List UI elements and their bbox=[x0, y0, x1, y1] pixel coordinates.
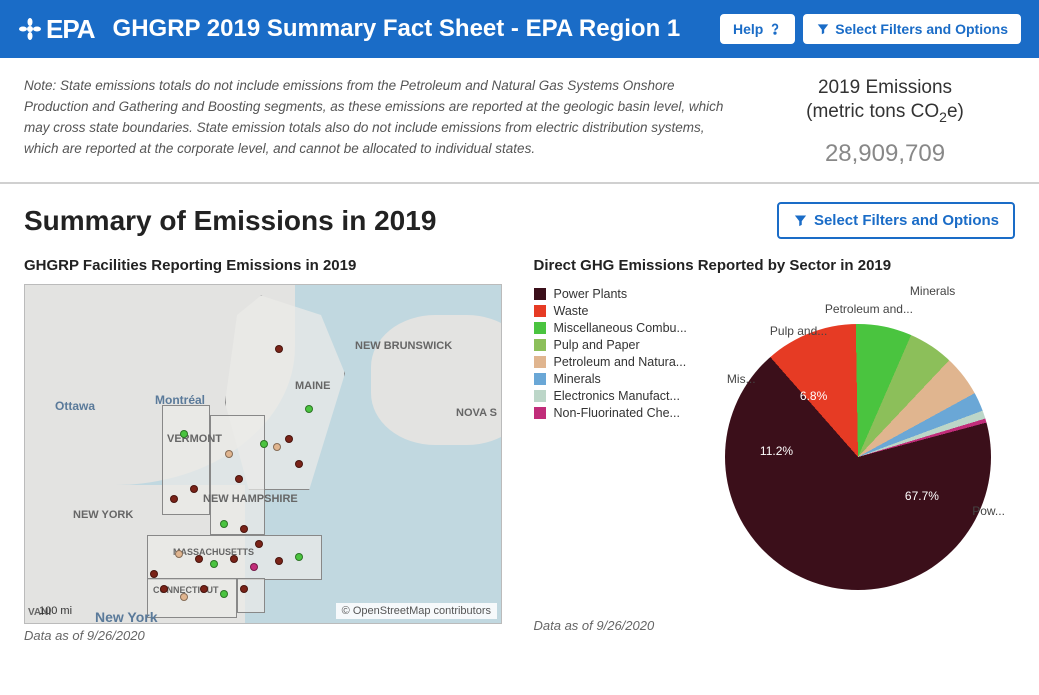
legend-swatch bbox=[534, 322, 546, 334]
map-land bbox=[371, 315, 502, 445]
emissions-unit-post: e) bbox=[947, 101, 964, 122]
legend-item[interactable]: Non-Fluorinated Che... bbox=[534, 406, 687, 420]
legend-label: Miscellaneous Combu... bbox=[554, 321, 687, 335]
legend-item[interactable]: Waste bbox=[534, 304, 687, 318]
map-column: GHGRP Facilities Reporting Emissions in … bbox=[24, 243, 506, 643]
state-emissions-note: Note: State emissions totals do not incl… bbox=[24, 76, 735, 168]
epa-flower-icon bbox=[18, 17, 42, 41]
map-label: NEW HAMPSHIRE bbox=[203, 493, 298, 505]
filter-icon bbox=[793, 213, 808, 228]
slice-label-pulp: Pulp and... bbox=[770, 324, 827, 338]
filter-icon bbox=[816, 22, 830, 36]
state-connecticut bbox=[147, 578, 237, 618]
emissions-unit-pre: (metric tons CO bbox=[806, 101, 939, 122]
legend-label: Electronics Manufact... bbox=[554, 389, 680, 403]
state-rhode-island bbox=[237, 578, 265, 613]
map-scale: 100 mi bbox=[39, 605, 72, 617]
map-title: GHGRP Facilities Reporting Emissions in … bbox=[24, 257, 506, 274]
slice-pct-11-2: 11.2% bbox=[760, 444, 793, 458]
summary-header: Summary of Emissions in 2019 Select Filt… bbox=[0, 184, 1039, 243]
help-label: Help bbox=[733, 21, 763, 37]
emissions-title-1: 2019 Emissions bbox=[755, 76, 1015, 101]
legend-swatch bbox=[534, 305, 546, 317]
legend-item[interactable]: Miscellaneous Combu... bbox=[534, 321, 687, 335]
summary-heading: Summary of Emissions in 2019 bbox=[24, 205, 777, 237]
note-row: Note: State emissions totals do not incl… bbox=[0, 58, 1039, 184]
legend-label: Pulp and Paper bbox=[554, 338, 640, 352]
filters-button-summary[interactable]: Select Filters and Options bbox=[777, 202, 1015, 239]
legend-item[interactable]: Electronics Manufact... bbox=[534, 389, 687, 403]
filters-label: Select Filters and Options bbox=[835, 21, 1008, 37]
legend-item[interactable]: Minerals bbox=[534, 372, 687, 386]
map-city: New York bbox=[95, 609, 158, 624]
emissions-title-2: (metric tons CO2e) bbox=[755, 101, 1015, 125]
pie-chart-row: Power Plants Waste Miscellaneous Combu... P… bbox=[534, 284, 1016, 614]
legend-swatch bbox=[534, 407, 546, 419]
help-button[interactable]: Help bbox=[720, 14, 795, 44]
map-label: NEW YORK bbox=[73, 509, 133, 521]
filters-label: Select Filters and Options bbox=[814, 212, 999, 229]
legend-label: Waste bbox=[554, 304, 589, 318]
slice-pct-6-8: 6.8% bbox=[800, 389, 827, 403]
map-label: MAINE bbox=[295, 380, 330, 392]
pie-column: Direct GHG Emissions Reported by Sector … bbox=[534, 243, 1016, 643]
pie-legend: Power Plants Waste Miscellaneous Combu... P… bbox=[534, 284, 687, 614]
content-row: GHGRP Facilities Reporting Emissions in … bbox=[0, 243, 1039, 653]
map-city: Montréal bbox=[155, 393, 205, 407]
legend-swatch bbox=[534, 356, 546, 368]
map-label: NOVA S bbox=[456, 407, 497, 419]
epa-logo: EPA bbox=[18, 14, 95, 45]
legend-swatch bbox=[534, 288, 546, 300]
legend-label: Minerals bbox=[554, 372, 601, 386]
logo-text: EPA bbox=[46, 14, 95, 45]
legend-item[interactable]: Pulp and Paper bbox=[534, 338, 687, 352]
pie-data-asof: Data as of 9/26/2020 bbox=[534, 618, 1016, 633]
map-data-asof: Data as of 9/26/2020 bbox=[24, 628, 506, 643]
pie-title: Direct GHG Emissions Reported by Sector … bbox=[534, 257, 1016, 274]
slice-label-misc: Mis... bbox=[727, 372, 756, 386]
legend-label: Power Plants bbox=[554, 287, 628, 301]
map-attribution[interactable]: © OpenStreetMap contributors bbox=[336, 603, 497, 619]
map-city: Ottawa bbox=[55, 399, 95, 413]
legend-swatch bbox=[534, 339, 546, 351]
legend-swatch bbox=[534, 373, 546, 385]
legend-label: Non-Fluorinated Che... bbox=[554, 406, 680, 420]
page-title: GHGRP 2019 Summary Fact Sheet - EPA Regi… bbox=[113, 15, 720, 43]
slice-label-minerals: Minerals bbox=[910, 284, 955, 298]
emissions-unit-sub: 2 bbox=[939, 108, 947, 124]
slice-label-petroleum: Petroleum and... bbox=[825, 302, 913, 316]
page-header: EPA GHGRP 2019 Summary Fact Sheet - EPA … bbox=[0, 0, 1039, 58]
map-label: NEW BRUNSWICK bbox=[355, 340, 452, 352]
header-buttons: Help Select Filters and Options bbox=[720, 14, 1021, 44]
legend-item[interactable]: Petroleum and Natura... bbox=[534, 355, 687, 369]
filters-button-header[interactable]: Select Filters and Options bbox=[803, 14, 1021, 44]
pie-chart[interactable]: Pow... Minerals Petroleum and... Pulp an… bbox=[695, 284, 1005, 614]
emissions-value: 28,909,709 bbox=[755, 140, 1015, 168]
facilities-map[interactable]: NEW BRUNSWICK NOVA S MAINE VERMONT NEW H… bbox=[24, 284, 502, 624]
legend-swatch bbox=[534, 390, 546, 402]
slice-label-power: Pow... bbox=[972, 504, 1005, 518]
map-label: MASSACHUSETTS bbox=[173, 547, 254, 557]
legend-label: Petroleum and Natura... bbox=[554, 355, 687, 369]
map-label: VERMONT bbox=[167, 433, 222, 445]
legend-item[interactable]: Power Plants bbox=[534, 287, 687, 301]
slice-pct-67-7: 67.7% bbox=[905, 489, 939, 503]
emissions-total-box: 2019 Emissions (metric tons CO2e) 28,909… bbox=[755, 76, 1015, 168]
question-icon bbox=[768, 22, 782, 36]
